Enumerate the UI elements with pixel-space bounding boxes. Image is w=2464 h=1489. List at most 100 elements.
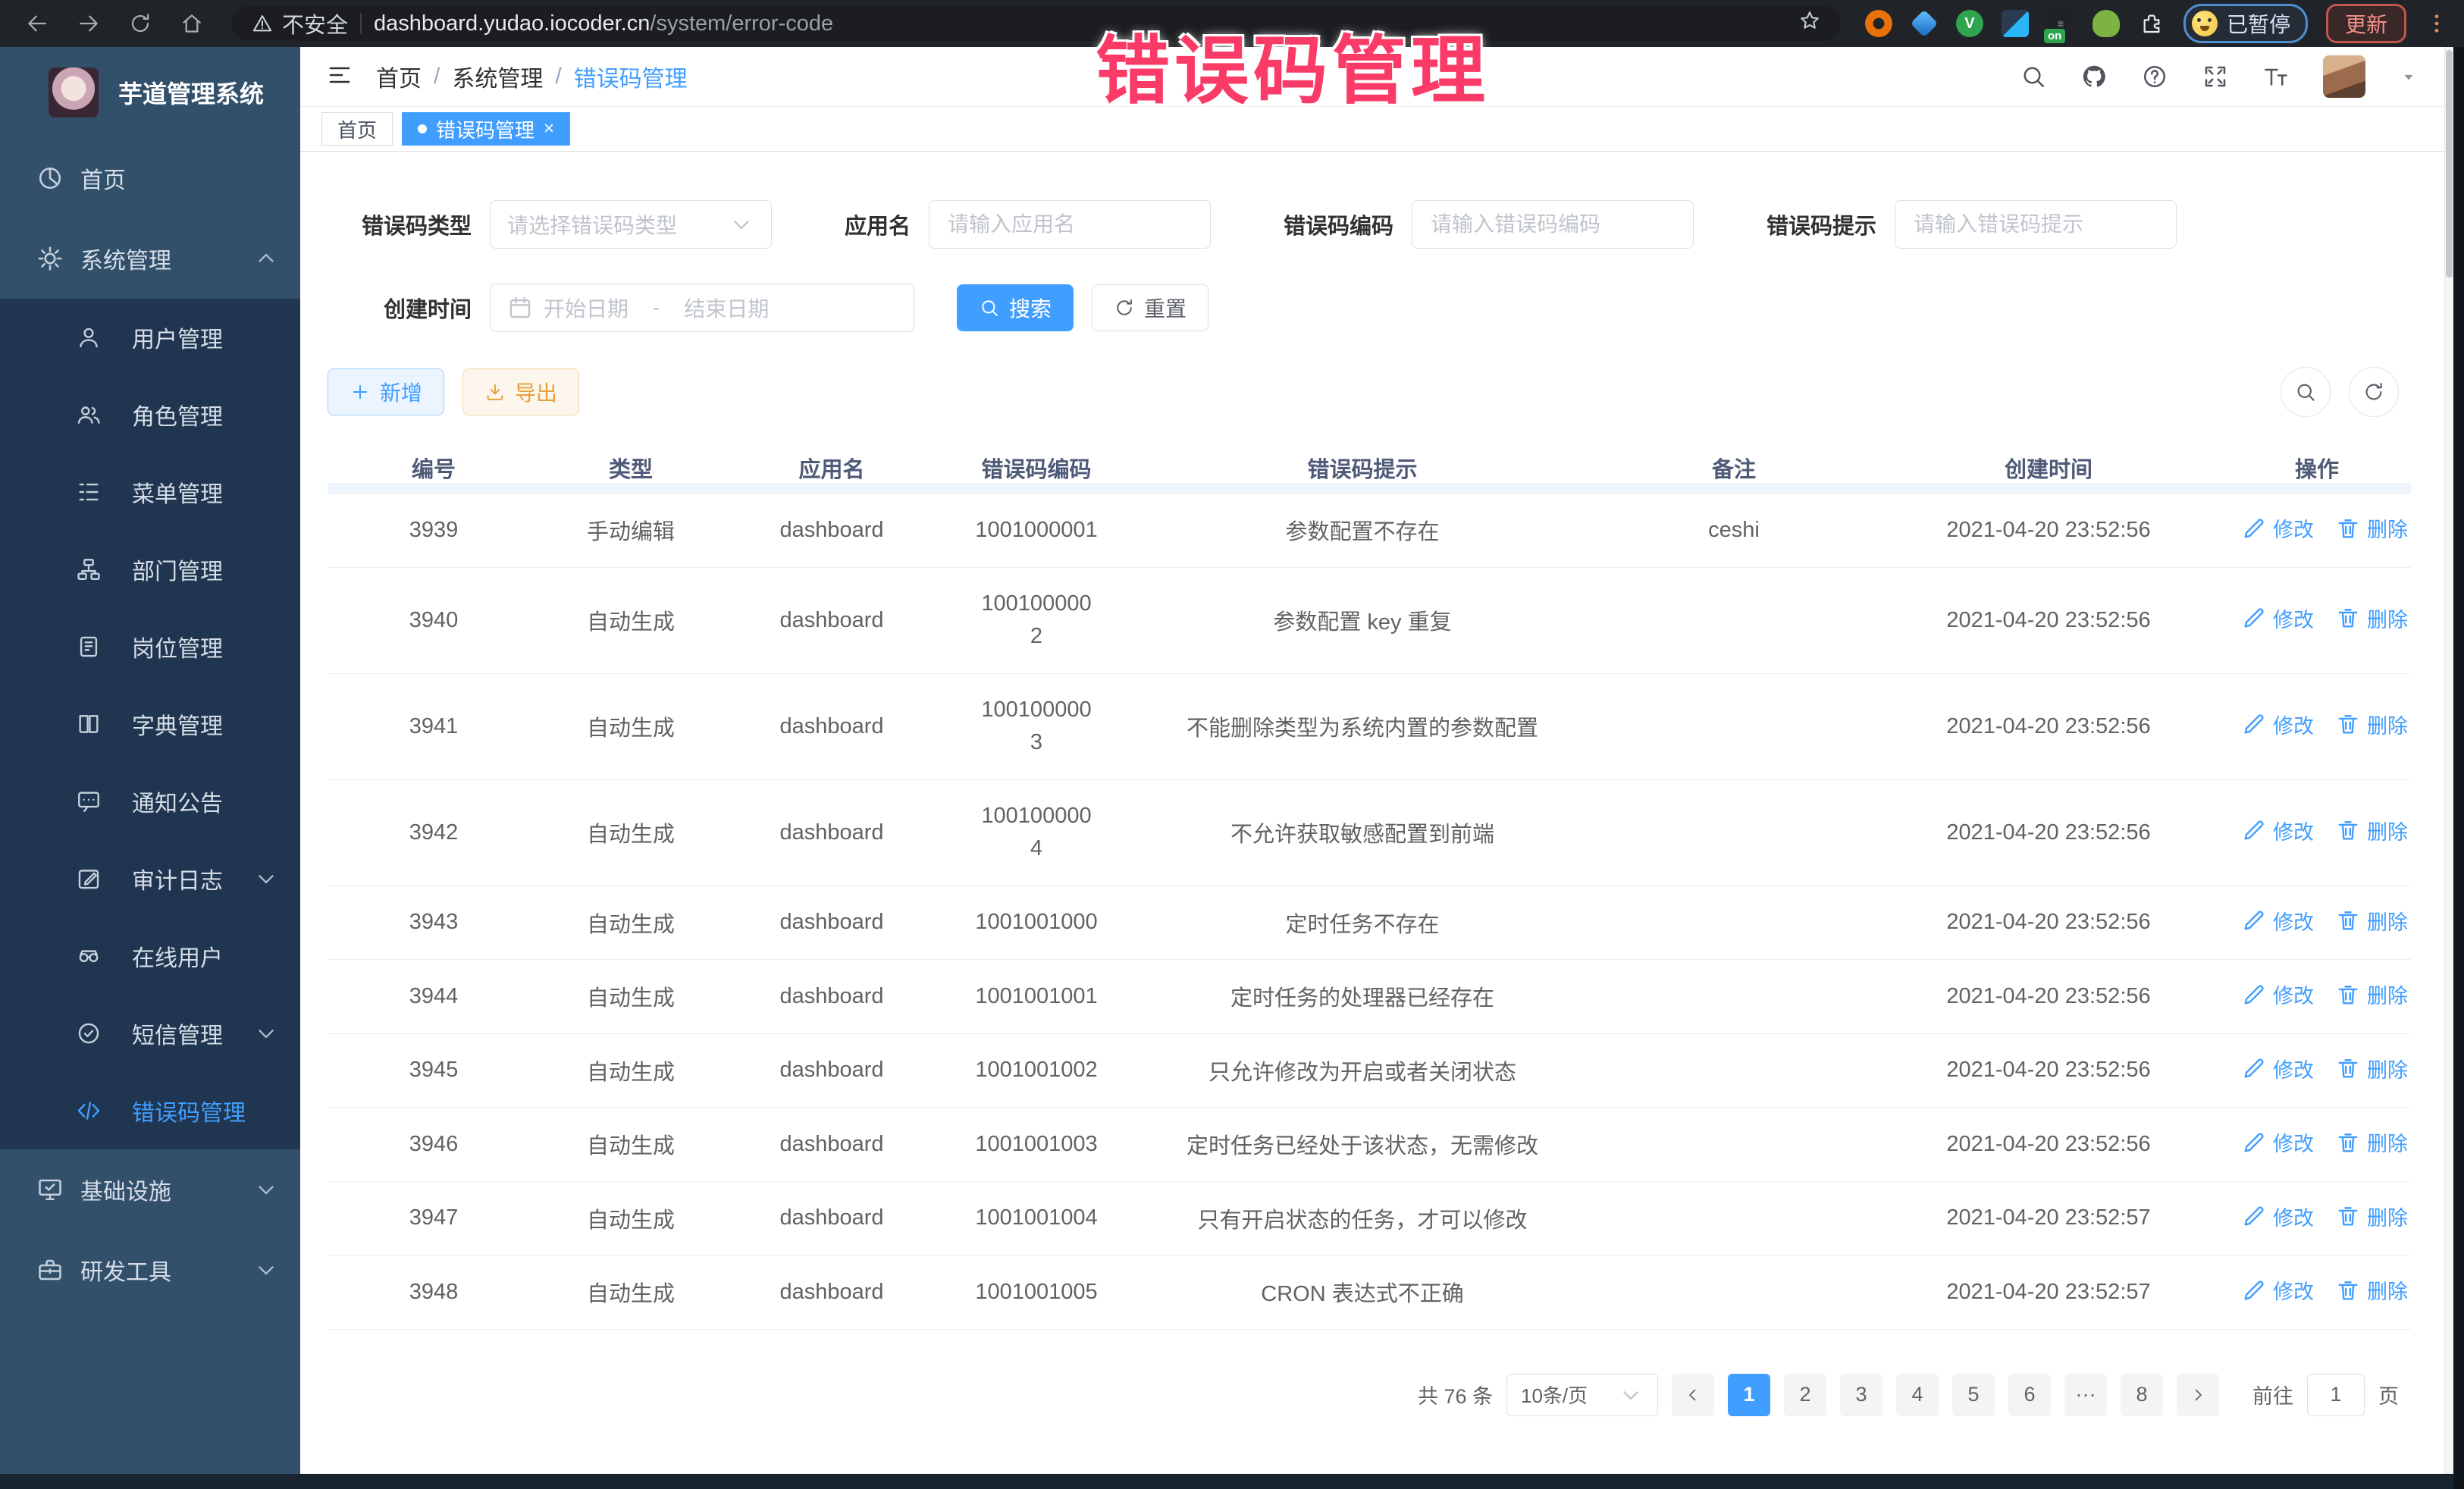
page-button[interactable]: 4 [1896, 1374, 1939, 1416]
add-button[interactable]: 新增 [328, 368, 444, 415]
edit-link[interactable]: 修改 [2241, 906, 2314, 936]
page-size-select[interactable]: 10条/页 [1506, 1374, 1658, 1416]
warning-icon [252, 13, 273, 34]
sidebar-item[interactable]: 岗位管理 [0, 608, 300, 685]
breadcrumb-home[interactable]: 首页 [376, 60, 422, 93]
delete-link[interactable]: 删除 [2335, 603, 2408, 633]
search-icon[interactable] [2020, 63, 2047, 90]
delete-link[interactable]: 删除 [2335, 816, 2408, 845]
sidebar-item[interactable]: 通知公告 [0, 763, 300, 840]
extension-icon-tag[interactable]: ≡on [2047, 10, 2074, 37]
edit-link[interactable]: 修改 [2241, 816, 2314, 845]
page-button[interactable]: 3 [1840, 1374, 1882, 1416]
type-select[interactable]: 请选择错误码类型 [490, 200, 772, 249]
delete-link[interactable]: 删除 [2335, 513, 2408, 543]
extension-icon-green[interactable] [2093, 10, 2120, 37]
browser-menu-icon[interactable] [2425, 11, 2449, 36]
sidebar-item[interactable]: 审计日志 [0, 840, 300, 917]
edit-link[interactable]: 修改 [2241, 1275, 2314, 1305]
forward-icon[interactable] [67, 6, 111, 41]
sidebar-item[interactable]: 研发工具 [0, 1230, 300, 1310]
next-page-button[interactable] [2177, 1374, 2219, 1416]
delete-link[interactable]: 删除 [2335, 980, 2408, 1009]
address-bar[interactable]: 不安全 dashboard.yudao.iocoder.cn/system/er… [232, 6, 1841, 41]
reload-icon[interactable] [118, 6, 162, 41]
cell-actions: 修改删除 [2223, 494, 2411, 568]
org-tree-icon [76, 556, 102, 582]
delete-link[interactable]: 删除 [2335, 710, 2408, 739]
extensions-puzzle-icon[interactable] [2138, 10, 2165, 37]
edit-link[interactable]: 修改 [2241, 1054, 2314, 1083]
page-button[interactable]: 5 [1952, 1374, 1995, 1416]
edit-link[interactable]: 修改 [2241, 980, 2314, 1009]
edit-link[interactable]: 修改 [2241, 1127, 2314, 1157]
sidebar-item[interactable]: 用户管理 [0, 299, 300, 376]
not-secure-chip[interactable]: 不安全 [252, 8, 348, 39]
scrollbar[interactable] [2444, 47, 2453, 1474]
message-input[interactable] [1912, 212, 2159, 237]
delete-link[interactable]: 删除 [2335, 1275, 2408, 1305]
breadcrumb-system[interactable]: 系统管理 [452, 60, 543, 93]
caret-down-icon[interactable] [2399, 67, 2419, 86]
help-icon[interactable] [2141, 63, 2168, 90]
collapse-menu-icon[interactable] [326, 61, 353, 92]
cell-id: 3942 [328, 779, 540, 886]
sidebar-item[interactable]: 角色管理 [0, 376, 300, 453]
font-size-icon[interactable] [2262, 63, 2290, 90]
edit-link[interactable]: 修改 [2241, 710, 2314, 739]
date-range-picker[interactable]: 开始日期 - 结束日期 [490, 284, 914, 332]
table-row: 3939手动编辑dashboard1001000001参数配置不存在ceshi2… [328, 494, 2411, 568]
sidebar-item[interactable]: 短信管理 [0, 995, 300, 1072]
sidebar-item[interactable]: 部门管理 [0, 531, 300, 608]
github-icon[interactable] [2080, 63, 2108, 90]
app-input[interactable] [946, 212, 1193, 237]
reset-button[interactable]: 重置 [1092, 284, 1208, 331]
cell-remark [1594, 960, 1874, 1034]
delete-link[interactable]: 删除 [2335, 1202, 2408, 1231]
extension-icon-orange[interactable] [1865, 10, 1892, 37]
page-button[interactable]: 1 [1728, 1374, 1770, 1416]
page-button[interactable]: 6 [2008, 1374, 2051, 1416]
pencil-icon [2241, 605, 2267, 631]
sidebar-item[interactable]: 错误码管理 [0, 1072, 300, 1149]
page-button[interactable]: ··· [2064, 1374, 2107, 1416]
search-button[interactable]: 搜索 [957, 284, 1074, 331]
delete-link[interactable]: 删除 [2335, 906, 2408, 936]
paused-extension-pill[interactable]: 已暂停 [2183, 4, 2308, 43]
sidebar-item[interactable]: 首页 [0, 138, 300, 218]
fullscreen-icon[interactable] [2202, 63, 2229, 90]
extension-icon-gem[interactable] [1911, 10, 1938, 37]
toggle-search-button[interactable] [2281, 367, 2331, 417]
sidebar-item[interactable]: 在线用户 [0, 917, 300, 995]
sidebar-item[interactable]: 字典管理 [0, 685, 300, 763]
tab-error-code[interactable]: 错误码管理 × [402, 112, 570, 146]
delete-link[interactable]: 删除 [2335, 1127, 2408, 1157]
refresh-icon [1114, 297, 1135, 318]
cell-code: 1001001004 [942, 1181, 1131, 1255]
tab-close-icon[interactable]: × [544, 120, 554, 138]
sidebar-item[interactable]: 菜单管理 [0, 453, 300, 531]
prev-page-button[interactable] [1672, 1374, 1714, 1416]
user-avatar[interactable] [2323, 55, 2365, 98]
update-button[interactable]: 更新 [2326, 4, 2406, 43]
edit-link[interactable]: 修改 [2241, 513, 2314, 543]
tab-home[interactable]: 首页 [321, 112, 393, 146]
sidebar-item[interactable]: 系统管理 [0, 218, 300, 299]
sidebar-item[interactable]: 基础设施 [0, 1149, 300, 1230]
trash-icon [2335, 711, 2361, 737]
goto-page-input[interactable] [2307, 1374, 2365, 1416]
page-button[interactable]: 8 [2121, 1374, 2163, 1416]
export-button[interactable]: 导出 [462, 368, 579, 415]
refresh-table-button[interactable] [2349, 367, 2399, 417]
delete-link[interactable]: 删除 [2335, 1054, 2408, 1083]
code-input[interactable] [1429, 212, 1676, 237]
home-icon[interactable] [170, 6, 214, 41]
vue-devtools-icon[interactable]: V [1956, 10, 1983, 37]
edit-link[interactable]: 修改 [2241, 603, 2314, 633]
edit-link[interactable]: 修改 [2241, 1202, 2314, 1231]
code-label: 错误码编码 [1284, 208, 1393, 240]
back-icon[interactable] [15, 6, 59, 41]
extension-icon-grid[interactable] [2002, 10, 2029, 37]
bookmark-star-icon[interactable] [1798, 9, 1821, 38]
page-button[interactable]: 2 [1784, 1374, 1826, 1416]
